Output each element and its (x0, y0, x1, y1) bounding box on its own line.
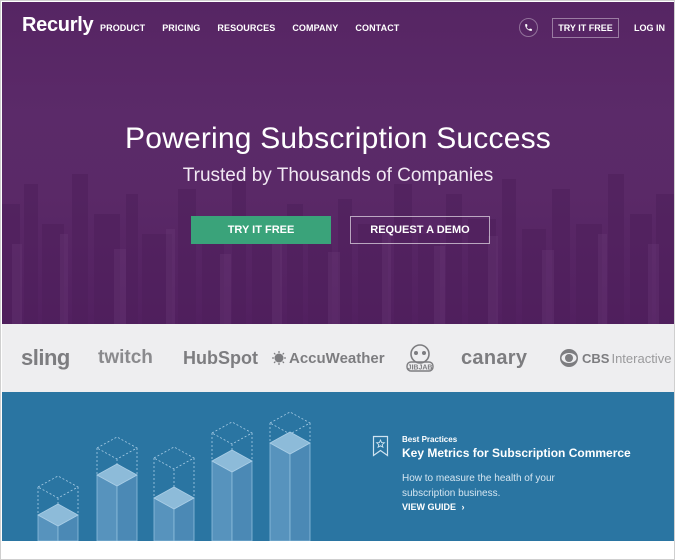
phone-icon (525, 24, 532, 31)
hero-section: Recurly PRODUCT PRICING RESOURCES COMPAN… (2, 2, 674, 324)
cbs-eye-icon (560, 349, 578, 367)
interactive-text: Interactive (611, 350, 672, 366)
bar-right-face (289, 442, 311, 541)
view-guide-label: VIEW GUIDE (402, 502, 457, 512)
promo-section: Best Practices Key Metrics for Subscript… (2, 392, 674, 541)
accuweather-logo: AccuWeather (272, 324, 385, 392)
view-guide-link[interactable]: VIEW GUIDE › (402, 502, 465, 512)
nav-contact[interactable]: CONTACT (355, 23, 399, 33)
cbs-interactive-logo: CBS Interactive (559, 324, 671, 392)
phone-button[interactable] (519, 18, 538, 37)
nav-links: PRODUCT PRICING RESOURCES COMPANY CONTAC… (100, 23, 416, 33)
hero-title: Powering Subscription Success (124, 122, 551, 155)
svg-text:JIBJAB: JIBJAB (408, 365, 433, 372)
cbs-text: CBS (582, 350, 610, 366)
accuweather-text: AccuWeather (289, 349, 385, 367)
promo-description: How to measure the health of your subscr… (402, 473, 555, 499)
bar-right-face (116, 474, 138, 541)
bar-left-face (211, 460, 233, 541)
nav-try-free-button[interactable]: TRY IT FREE (552, 18, 619, 38)
nav-pricing[interactable]: PRICING (162, 23, 200, 33)
sun-icon (272, 351, 286, 365)
bar-left-face (96, 474, 118, 541)
sling-logo: sling (21, 345, 70, 370)
customer-logos-strip: sling twitch HubSpot AccuWeather JIBJAB … (2, 324, 674, 392)
recurly-logo[interactable]: Recurly (22, 14, 94, 37)
bar-left-face (269, 442, 291, 541)
canary-logo: canary (461, 346, 528, 369)
promo-eyebrow: Best Practices (402, 435, 458, 444)
twitch-logo: twitch (98, 347, 153, 368)
nav-resources[interactable]: RESOURCES (217, 23, 275, 33)
bookmark-star-icon (372, 435, 389, 457)
nav-login-link[interactable]: LOG IN (634, 23, 665, 33)
top-navigation: Recurly PRODUCT PRICING RESOURCES COMPAN… (2, 2, 674, 54)
nav-product[interactable]: PRODUCT (100, 23, 145, 33)
request-demo-button[interactable]: REQUEST A DEMO (350, 216, 490, 244)
bar-right-face (231, 460, 253, 541)
city-skyline-background (2, 174, 674, 324)
jibjab-logo: JIBJAB (404, 324, 436, 392)
promo-title: Key Metrics for Subscription Commerce (402, 446, 631, 460)
jibjab-emblem-icon: JIBJAB (406, 344, 434, 372)
chevron-right-icon: › (461, 502, 465, 512)
nav-company[interactable]: COMPANY (292, 23, 338, 33)
hubspot-logo: HubSpot (183, 347, 258, 368)
page-bottom (2, 541, 674, 559)
page-frame: Recurly PRODUCT PRICING RESOURCES COMPAN… (0, 0, 675, 560)
hero-subtitle: Trusted by Thousands of Companies (182, 165, 494, 186)
bar-chart-illustration (37, 411, 311, 541)
hero-try-free-button[interactable]: TRY IT FREE (191, 216, 331, 244)
